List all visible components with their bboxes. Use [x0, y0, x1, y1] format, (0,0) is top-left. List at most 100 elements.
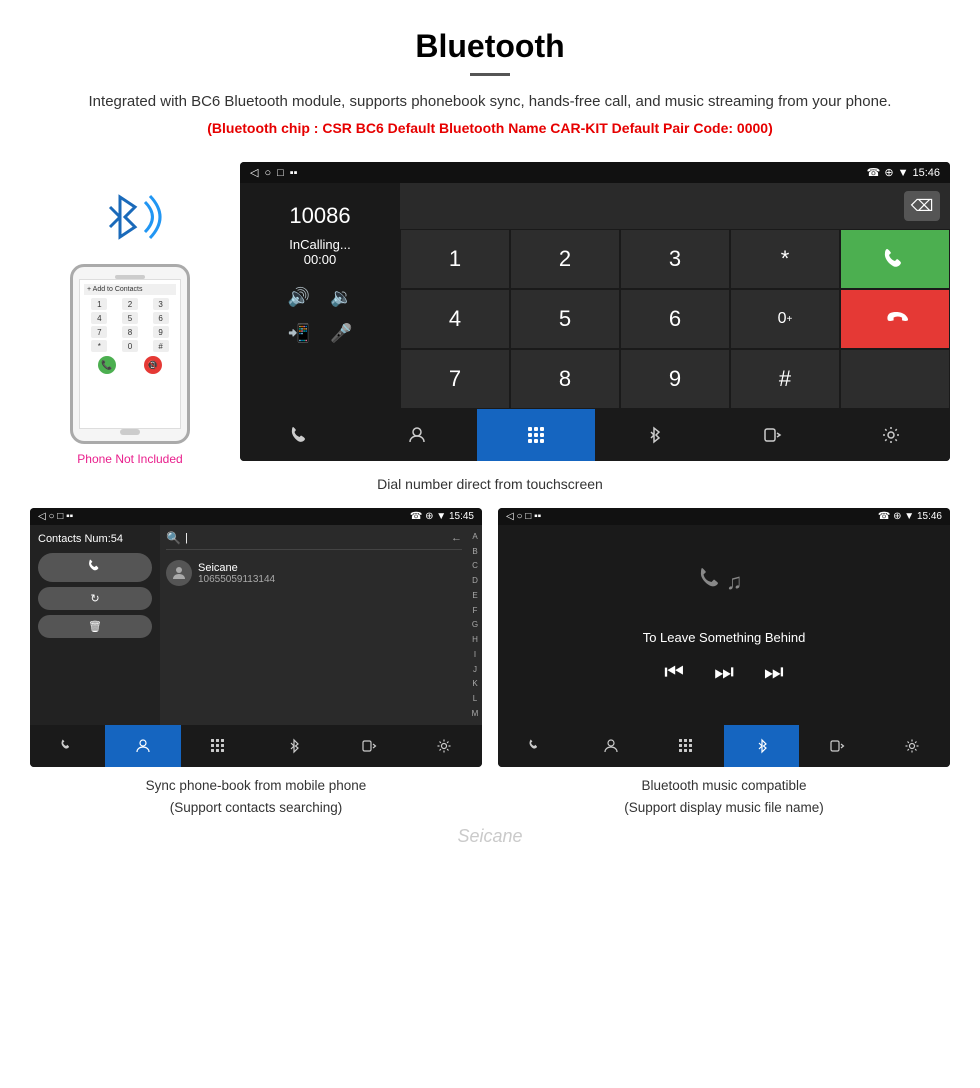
cb-bluetooth-icon[interactable] [256, 725, 331, 767]
watermark-text: Seicane [457, 826, 522, 846]
alpha-m[interactable]: M [468, 708, 482, 719]
phone-mockup: + Add to Contacts 1 2 3 4 5 6 7 8 9 * [70, 264, 190, 444]
contacts-call-btn[interactable] [38, 553, 152, 582]
dial-input-row: ⌫ [400, 183, 950, 229]
main-section: + Add to Contacts 1 2 3 4 5 6 7 8 9 * [0, 162, 980, 466]
key-1[interactable]: 1 [400, 229, 510, 289]
phone-screen-content: + Add to Contacts 1 2 3 4 5 6 7 8 9 * [79, 279, 181, 429]
phone-not-included-label: Phone Not Included [77, 452, 182, 466]
contacts-num-display: Contacts Num:54 [38, 533, 152, 545]
alpha-d[interactable]: D [468, 575, 482, 586]
contacts-delete-btn[interactable]: 🗑 [38, 615, 152, 638]
key-9[interactable]: 9 [620, 349, 730, 409]
key-hash[interactable]: # [730, 349, 840, 409]
contacts-caption: Sync phone-book from mobile phone(Suppor… [30, 775, 482, 818]
mb-transfer-icon[interactable] [799, 725, 874, 767]
phone-key-0: 0 [122, 340, 138, 352]
call-accept-btn[interactable] [840, 229, 950, 289]
home-nav-icon[interactable]: ○ [264, 167, 271, 179]
alpha-i[interactable]: I [468, 649, 482, 660]
music-next-btn[interactable]: ⏭ [764, 659, 784, 685]
phone-key-6: 6 [153, 312, 169, 324]
key-4[interactable]: 4 [400, 289, 510, 349]
alpha-j[interactable]: J [468, 664, 482, 675]
mb-dialpad-icon[interactable] [649, 725, 724, 767]
key-star[interactable]: * [730, 229, 840, 289]
key-8[interactable]: 8 [510, 349, 620, 409]
watermark-area: Seicane [0, 818, 980, 851]
music-song-title: To Leave Something Behind [643, 630, 806, 645]
bottom-phone-icon[interactable] [240, 409, 358, 461]
alpha-h[interactable]: H [468, 634, 482, 645]
bottom-transfer-icon[interactable] [713, 409, 831, 461]
key-3[interactable]: 3 [620, 229, 730, 289]
mb-contacts-icon[interactable] [573, 725, 648, 767]
recents-nav-icon[interactable]: □ [277, 167, 284, 179]
key-6[interactable]: 6 [620, 289, 730, 349]
alpha-l[interactable]: L [468, 693, 482, 704]
alpha-c[interactable]: C [468, 560, 482, 571]
key-7[interactable]: 7 [400, 349, 510, 409]
time-display: 15:46 [912, 167, 940, 179]
key-5[interactable]: 5 [510, 289, 620, 349]
cb-contacts-icon[interactable] [105, 725, 180, 767]
contacts-caption-text: Sync phone-book from mobile phone(Suppor… [146, 778, 367, 815]
bottom-contacts-icon[interactable] [358, 409, 476, 461]
alpha-k[interactable]: K [468, 678, 482, 689]
music-play-pause-btn[interactable]: ⏭ [714, 659, 734, 685]
call-end-btn[interactable] [840, 289, 950, 349]
transfer-icon[interactable]: 📲 [288, 323, 310, 344]
key-0plus[interactable]: 0+ [730, 289, 840, 349]
music-prev-btn[interactable]: ⏮ [664, 659, 684, 685]
mb-bluetooth-icon[interactable] [724, 725, 799, 767]
search-back-icon[interactable]: ← [451, 532, 462, 544]
dial-calling-status: InCalling... [289, 237, 350, 252]
bluetooth-icon-wrap [90, 182, 170, 252]
music-phone-icon: ♫ [694, 565, 754, 620]
contacts-sync-btn[interactable]: ↻ [38, 587, 152, 610]
bottom-dialpad-icon[interactable] [477, 409, 595, 461]
phone-contact-bar: + Add to Contacts [84, 284, 176, 295]
status-bar-right: ☎ ⊕ ▼ 15:46 [867, 166, 940, 179]
android-bottom-bar [240, 409, 950, 461]
phone-call-btn: 📞 [98, 356, 116, 374]
volume-up-icon[interactable]: 🔊 [288, 287, 310, 308]
music-caption: Bluetooth music compatible(Support displ… [498, 775, 950, 818]
contacts-left-panel: Contacts Num:54 ↻ 🗑 [30, 525, 160, 725]
alpha-g[interactable]: G [468, 619, 482, 630]
dial-backspace-btn[interactable]: ⌫ [904, 191, 940, 221]
contact-avatar [166, 560, 192, 586]
mic-icon[interactable]: 🎤 [330, 323, 352, 344]
back-nav-icon[interactable]: ◁ [250, 166, 258, 179]
status-bar-left: ◁ ○ □ ▪▪ [250, 166, 298, 179]
key-2[interactable]: 2 [510, 229, 620, 289]
music-layout: ♫ To Leave Something Behind ⏮ ⏭ ⏭ [498, 525, 950, 725]
cb-transfer-icon[interactable] [331, 725, 406, 767]
alpha-e[interactable]: E [468, 590, 482, 601]
bottom-bluetooth-icon[interactable] [595, 409, 713, 461]
cb-settings-icon[interactable] [407, 725, 482, 767]
page-specs: (Bluetooth chip : CSR BC6 Default Blueto… [40, 120, 940, 136]
search-cursor[interactable]: | [185, 532, 188, 544]
alpha-a[interactable]: A [468, 531, 482, 542]
contacts-nav-icons: ◁ ○ □ ▪▪ [38, 511, 73, 522]
cb-dialpad-icon[interactable] [181, 725, 256, 767]
alpha-b[interactable]: B [468, 546, 482, 557]
phone-key-9: 9 [153, 326, 169, 338]
phone-end-btn: 📵 [144, 356, 162, 374]
bluetooth-icon [90, 182, 170, 252]
phone-key-2: 2 [122, 298, 138, 310]
mb-settings-icon[interactable] [875, 725, 950, 767]
phone-key-5: 5 [122, 312, 138, 324]
bottom-settings-icon[interactable] [832, 409, 950, 461]
keypad-grid: 1 2 3 * 4 5 6 0+ 7 8 9 [400, 229, 950, 409]
volume-down-icon[interactable]: 🔉 [330, 287, 352, 308]
location-icon: ⊕ [884, 166, 893, 179]
mb-phone-icon[interactable] [498, 725, 573, 767]
cb-phone-icon[interactable] [30, 725, 105, 767]
music-bottom-bar [498, 725, 950, 767]
dial-left-panel: 10086 InCalling... 00:00 🔊 🔉 📲 🎤 [240, 183, 400, 409]
dial-action-row-2: 📲 🎤 [288, 323, 353, 344]
contact-name: Seicane [198, 562, 275, 574]
alpha-f[interactable]: F [468, 605, 482, 616]
